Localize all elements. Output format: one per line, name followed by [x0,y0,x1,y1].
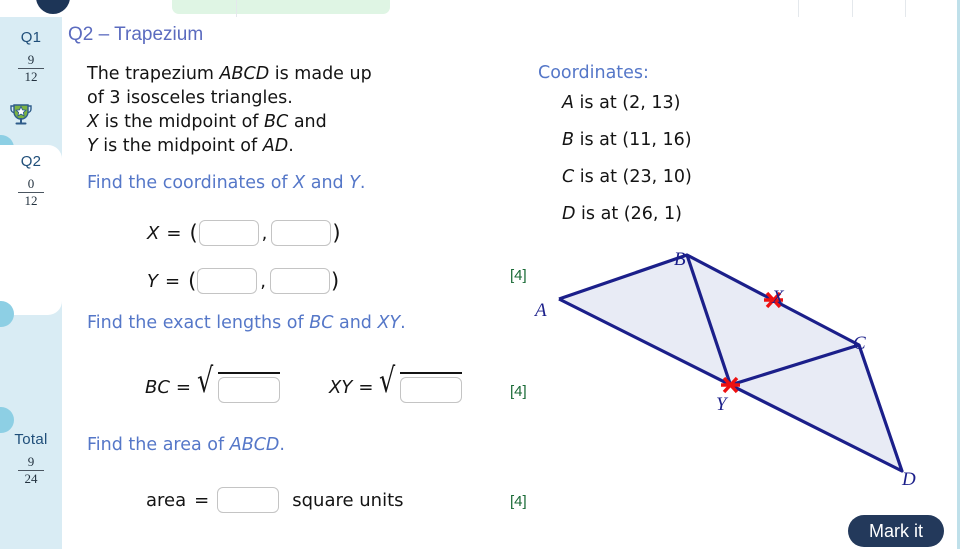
x-coord-y-input[interactable] [271,220,332,246]
y-coord-y-input[interactable] [270,268,331,294]
segment-by [685,254,733,386]
trophy-star-icon [10,104,32,125]
question-navigator-sidebar: Q1 9 12 Q2 0 12 Total 9 24 [0,17,62,549]
q2-score-numerator: 0 [27,176,35,191]
top-toolbar [0,0,960,18]
sidebar-item-q2-score: 0 12 [18,177,44,207]
radical-sign-icon: √ [197,361,214,401]
marks-badge-1: [4] [510,267,527,284]
sidebar-total-label: Total [14,431,48,448]
answer-row-area: area = square units [146,487,404,513]
trapezium-outline [558,253,904,473]
coordinates-heading: Coordinates: [538,63,649,83]
area-input[interactable] [217,487,280,513]
sidebar-item-q1-label: Q1 [20,29,42,46]
coordinate-c: C is at (23, 10) [562,167,692,187]
answer-row-x: X = ( , ) [147,220,342,246]
y-coord-x-input[interactable] [197,268,258,294]
sidebar-notch [0,407,14,433]
vertex-label-d: D [902,469,916,490]
prompt-lengths: Find the exact lengths of BC and XY. [87,313,406,333]
xy-label: XY [329,377,353,398]
equals-sign: = [194,489,210,511]
answer-x-label: X [147,222,160,244]
sidebar-total-score: 9 24 [18,455,44,485]
stem-line-1: The trapezium ABCD is made up [87,64,372,84]
comma: , [261,222,268,244]
equals-sign: = [165,270,181,292]
q2-score-denominator: 12 [24,192,38,208]
stem-line-3: X is the midpoint of BC and [87,112,327,132]
xy-input[interactable] [400,377,463,403]
bc-radical: √ [197,361,280,403]
q1-score-numerator: 9 [27,52,35,67]
bc-input[interactable] [217,377,280,403]
area-units-label: square units [292,489,404,511]
radical-body [400,372,463,403]
area-label: area [146,489,187,511]
coordinate-a: A is at (2, 13) [562,93,681,113]
toolbar-divider [905,0,906,17]
midpoint-marker-y [721,376,740,394]
sidebar-item-q2-label: Q2 [20,153,42,170]
vertex-label-a: A [535,300,547,321]
page-title: Q2 – Trapezium [68,24,204,45]
answer-row-bc: BC = √ [145,361,280,403]
vertex-label-y: Y [716,394,727,415]
open-paren: ( [188,269,197,293]
vertex-label-x: X [772,287,784,308]
comma: , [260,270,267,292]
prompt-area: Find the area of ABCD. [87,435,285,455]
app-logo[interactable] [36,0,70,14]
question-pane: Q2 – Trapezium The trapezium ABCD is mad… [62,17,960,549]
total-score-numerator: 9 [27,454,35,469]
answer-y-label: Y [147,270,158,292]
answer-row-xy: XY = √ [329,361,463,403]
coordinate-b: B is at (11, 16) [562,130,692,150]
segment-yc [730,343,860,387]
equals-sign: = [358,377,374,398]
equals-sign: = [166,222,182,244]
equals-sign: = [175,377,192,398]
toolbar-divider [236,0,237,17]
sidebar-item-q1-score: 9 12 [18,53,44,83]
answer-row-y: Y = ( , ) [147,268,340,294]
trapezium-fill [559,255,902,471]
mark-it-button[interactable]: Mark it [848,515,944,547]
sidebar-item-q2[interactable]: Q2 0 12 [0,145,62,315]
stem-line-2: of 3 isosceles triangles. [87,88,293,108]
radical-body [217,372,280,403]
open-paren: ( [189,221,198,245]
prompt-coordinates: Find the coordinates of X and Y. [87,173,366,193]
close-paren: ) [332,221,341,245]
q1-score-denominator: 12 [24,68,38,84]
active-lesson-tab[interactable] [172,0,390,14]
stem-line-4: Y is the midpoint of AD. [87,136,294,156]
vertex-label-c: C [853,333,866,354]
marks-badge-2: [4] [510,383,527,400]
coordinate-d: D is at (26, 1) [562,204,682,224]
xy-radical: √ [379,361,463,403]
marks-badge-3: [4] [510,493,527,510]
x-coord-x-input[interactable] [198,220,259,246]
bc-label: BC [145,377,170,398]
total-score-denominator: 24 [24,470,38,486]
radical-sign-icon: √ [379,361,396,401]
toolbar-divider [852,0,853,17]
vertex-label-b: B [674,249,686,270]
sidebar-total: Total 9 24 [0,431,62,531]
close-paren: ) [331,269,340,293]
toolbar-divider [798,0,799,17]
